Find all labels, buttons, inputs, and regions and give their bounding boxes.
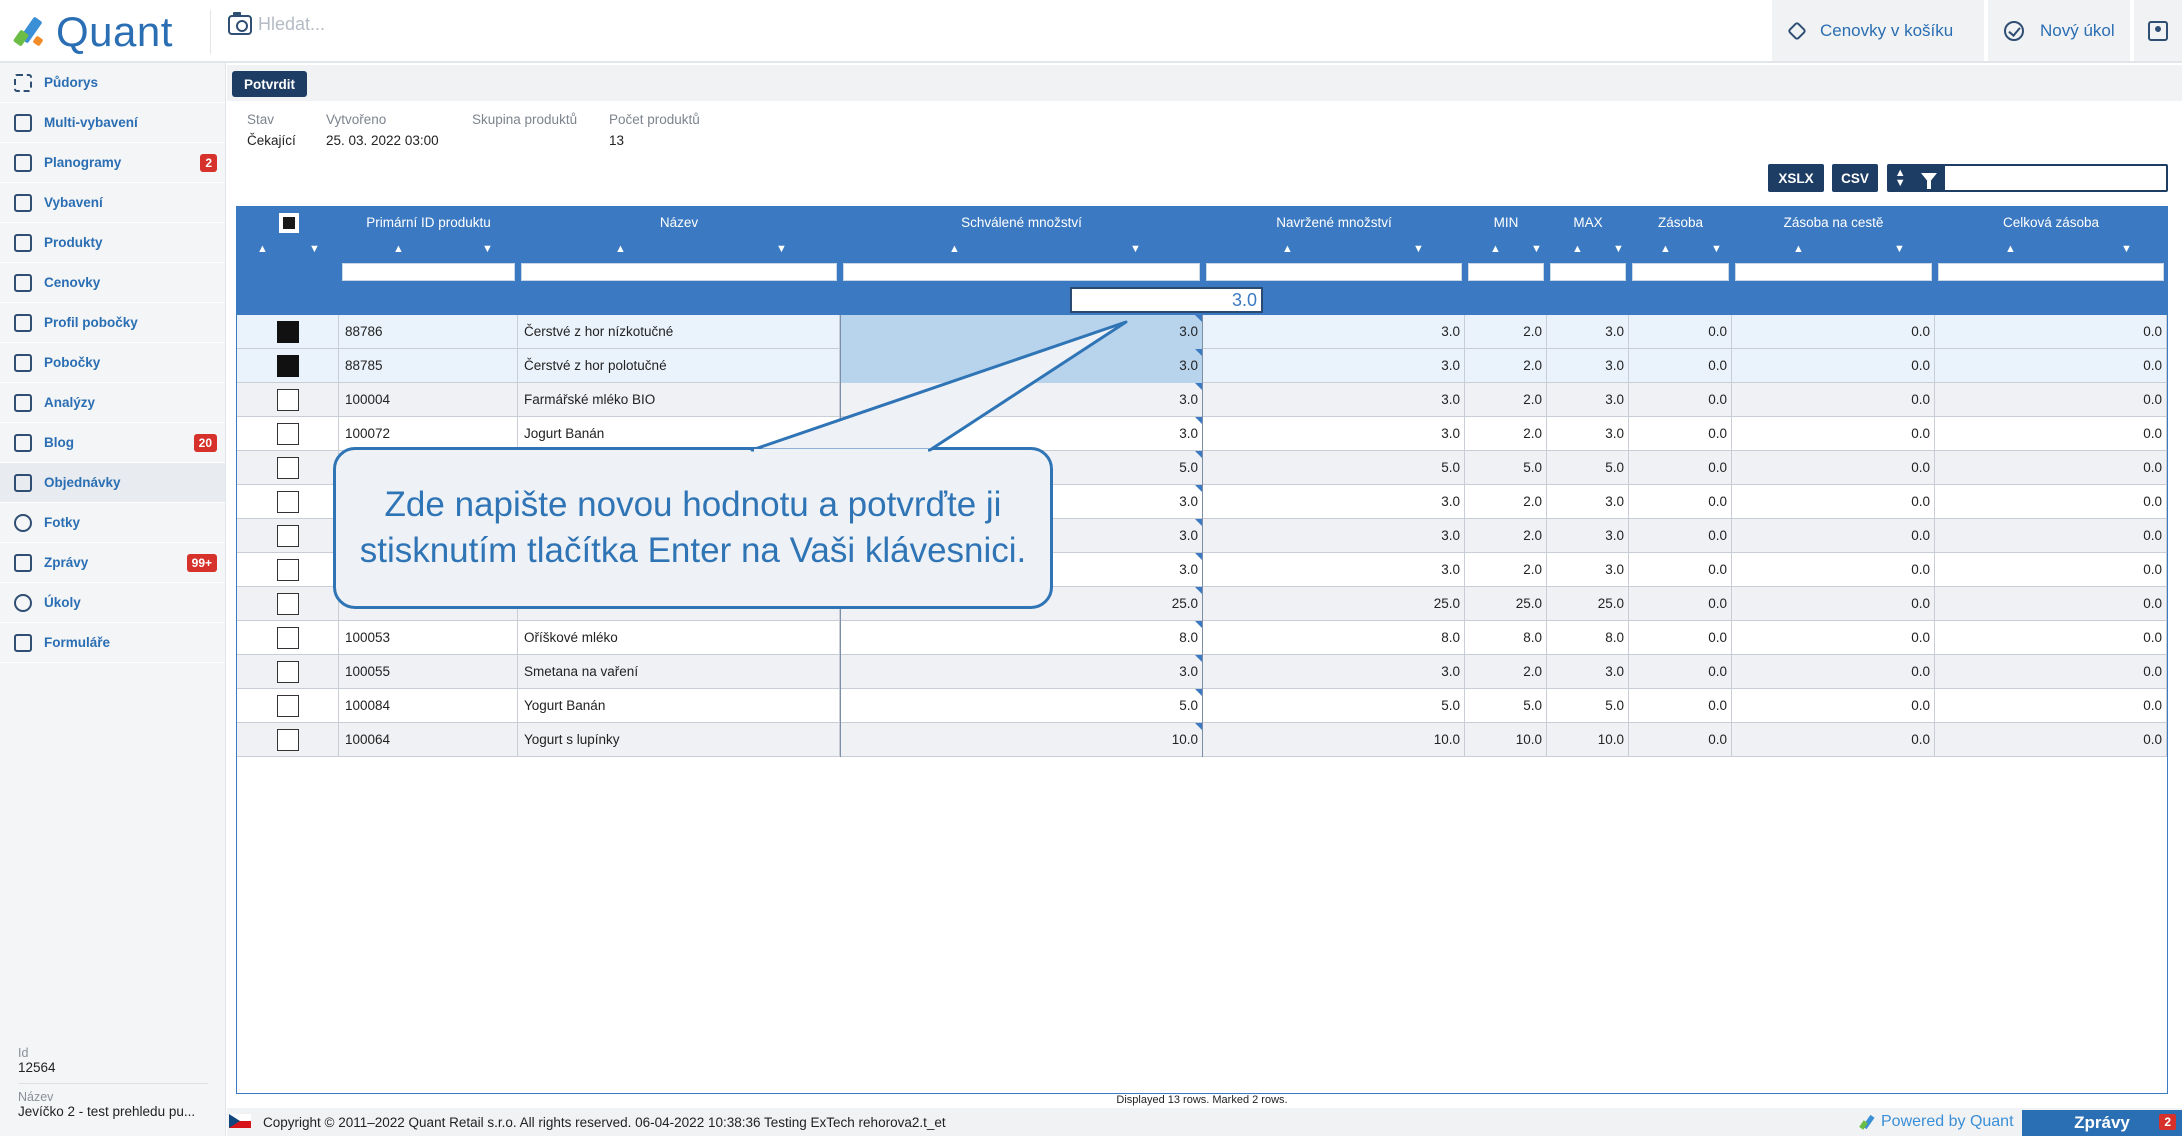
callout-pointer [750, 320, 1128, 455]
